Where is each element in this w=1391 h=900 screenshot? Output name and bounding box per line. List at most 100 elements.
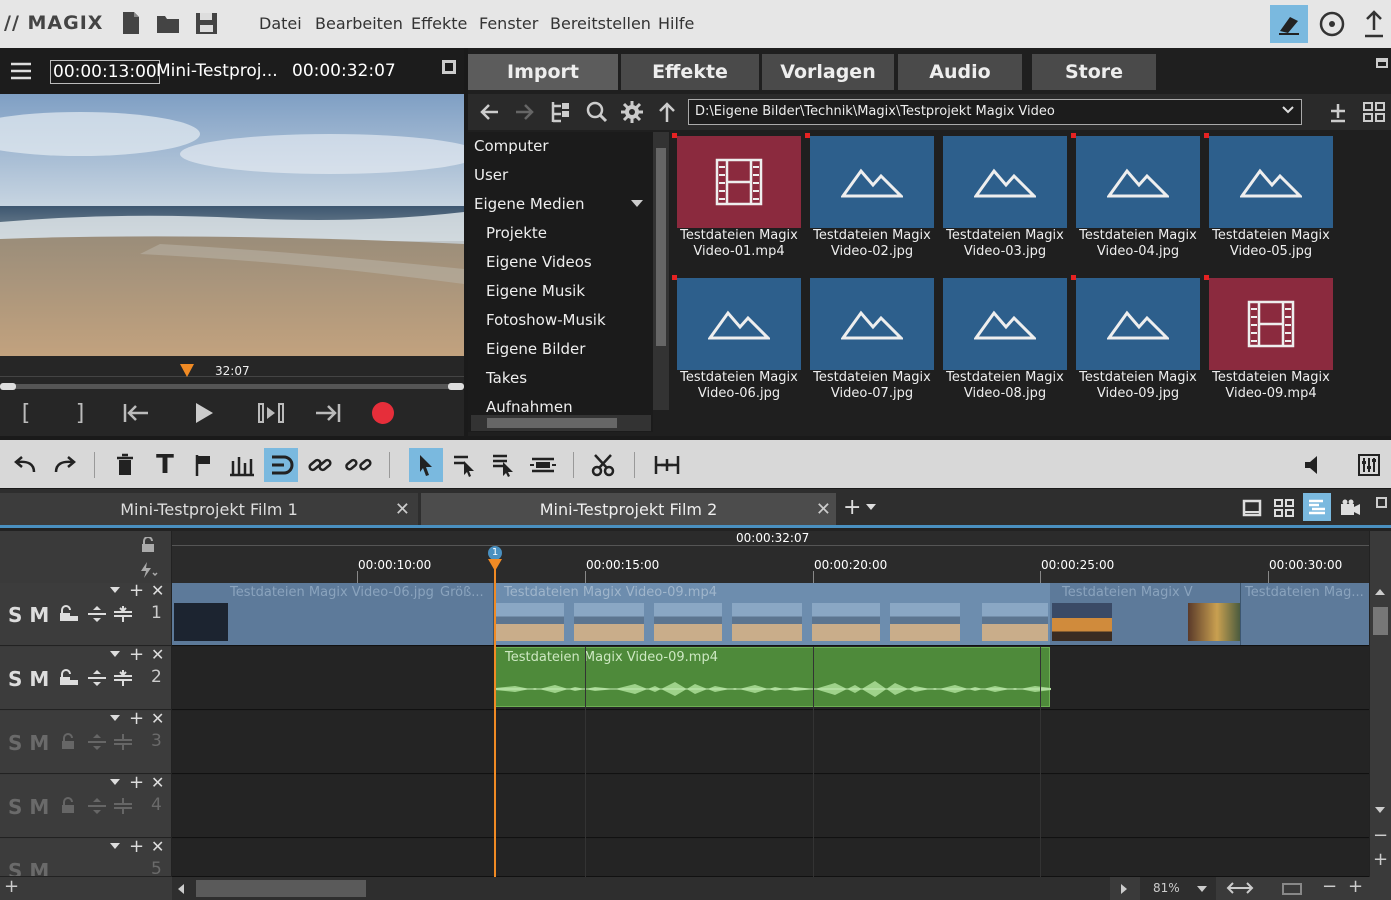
gear-icon[interactable] [620, 100, 644, 128]
close-icon[interactable]: ✕ [816, 499, 831, 520]
track-height-icon[interactable] [87, 669, 107, 691]
tab-vorlagen[interactable]: Vorlagen [762, 54, 894, 90]
tree-item-user[interactable]: User [474, 161, 508, 190]
clip-image[interactable]: Testdateien Mag... [1240, 583, 1369, 645]
solo-mute-buttons[interactable]: S M [8, 667, 49, 691]
file-tile[interactable]: Testdateien Magix Video-04.jpg [1076, 136, 1200, 260]
maximize-pool-icon[interactable] [1376, 58, 1388, 68]
storyboard-view-icon[interactable] [1274, 499, 1294, 521]
expand-arrow-icon[interactable] [631, 200, 643, 207]
go-to-start-button[interactable] [117, 396, 157, 430]
speaker-icon[interactable] [1298, 448, 1332, 482]
lock-icon[interactable] [140, 536, 156, 557]
chevron-down-icon[interactable] [110, 779, 120, 785]
track-lane-3[interactable] [172, 711, 1369, 774]
clip-image[interactable]: Testdateien Magix Video-06.jpg Größ... [172, 583, 494, 645]
go-to-end-button[interactable] [307, 396, 347, 430]
tab-audio[interactable]: Audio [898, 54, 1022, 90]
file-tile[interactable]: Testdateien Magix Video-05.jpg [1209, 136, 1333, 260]
assistant-icon[interactable] [1270, 5, 1308, 43]
tree-item-fotoshow-musik[interactable]: Fotoshow-Musik [486, 306, 606, 335]
zoom-select[interactable]: 81% [1140, 877, 1216, 900]
tree-item-eigene-bilder[interactable]: Eigene Bilder [486, 335, 585, 364]
open-folder-icon[interactable] [156, 10, 179, 36]
tab-effekte[interactable]: Effekte [621, 54, 759, 90]
file-tile[interactable]: Testdateien Magix Video-07.jpg [810, 278, 934, 402]
folder-up-icon[interactable] [657, 100, 677, 128]
add-track-icon[interactable]: + [129, 644, 144, 665]
add-track-icon[interactable]: + [129, 839, 144, 857]
delete-icon[interactable] [108, 448, 142, 482]
file-tile[interactable]: Testdateien Magix Video-06.jpg [677, 278, 801, 402]
track-lane-5[interactable] [172, 839, 1369, 877]
menu-effekte[interactable]: Effekte [411, 14, 467, 33]
marker-flag-icon[interactable] [186, 448, 220, 482]
scroll-right-icon[interactable] [1121, 884, 1127, 894]
audio-levels-icon[interactable] [225, 448, 259, 482]
scroll-down-icon[interactable] [1375, 807, 1385, 813]
tab-store[interactable]: Store [1032, 54, 1156, 90]
menu-bereitstellen[interactable]: Bereitstellen [550, 14, 651, 33]
zoom-in-tracks-icon[interactable]: + [1373, 849, 1388, 870]
clip-image[interactable]: Testdateien Magix V [1052, 583, 1246, 645]
track-header-3[interactable]: S M + ✕ 3 [0, 708, 171, 774]
track-split-icon[interactable] [113, 669, 133, 691]
pointer-tool-icon[interactable] [409, 448, 443, 482]
track-split-icon[interactable] [113, 605, 133, 627]
tab-project-film-2[interactable]: Mini-Testprojekt Film 2 ✕ [421, 493, 836, 525]
add-tab-icon[interactable]: + [843, 495, 861, 520]
track-header-4[interactable]: S M + ✕ 4 [0, 772, 171, 838]
camera-icon[interactable] [1340, 499, 1362, 521]
timeline-hscrollbar[interactable] [172, 877, 1110, 900]
timeline-vscrollbar[interactable]: − + [1370, 531, 1391, 877]
track-lock-icon[interactable] [58, 669, 80, 691]
current-timecode[interactable]: 00:00:13:00 [50, 60, 160, 84]
tree-hscrollbar[interactable] [471, 415, 651, 431]
add-track-icon[interactable]: + [129, 580, 144, 601]
tree-item-eigene-videos[interactable]: Eigene Videos [486, 248, 592, 277]
grid-view-icon[interactable] [1362, 100, 1386, 128]
remove-track-icon[interactable]: ✕ [151, 709, 164, 728]
redo-icon[interactable] [48, 448, 82, 482]
undo-icon[interactable] [8, 448, 42, 482]
maximize-preview-icon[interactable] [442, 60, 456, 74]
zoom-fit-icon[interactable] [1226, 880, 1254, 900]
solo-mute-buttons[interactable]: S M [8, 603, 49, 627]
remove-track-icon[interactable]: ✕ [151, 645, 164, 664]
hamburger-menu-icon[interactable] [11, 62, 31, 84]
file-tile[interactable]: Testdateien Magix Video-09.mp4 [1209, 278, 1333, 402]
snap-icon[interactable] [264, 448, 298, 482]
add-track-icon[interactable]: + [4, 876, 19, 897]
new-file-icon[interactable] [120, 10, 142, 36]
track-height-icon[interactable] [87, 605, 107, 627]
scrub-bar[interactable] [0, 383, 464, 390]
close-icon[interactable]: ✕ [395, 499, 410, 520]
maximize-timeline-icon[interactable] [1376, 497, 1387, 508]
unlink-icon[interactable] [342, 448, 376, 482]
scroll-left-icon[interactable] [178, 884, 184, 894]
add-track-icon[interactable]: + [129, 708, 144, 729]
playhead-line[interactable] [494, 569, 496, 877]
track-lock-icon[interactable] [58, 605, 80, 627]
track-header-1[interactable]: S M + ✕ 1 [0, 580, 171, 646]
insert-mode-icon[interactable] [650, 448, 684, 482]
chevron-down-icon[interactable] [1281, 103, 1295, 121]
select-all-tracks-tool-icon[interactable] [487, 448, 521, 482]
track-split-icon[interactable] [113, 733, 133, 755]
tab-project-film-1[interactable]: Mini-Testprojekt Film 1 ✕ [0, 493, 418, 525]
track-header-2[interactable]: S M + ✕ 2 [0, 644, 171, 710]
track-lane-1[interactable]: Testdateien Magix Video-06.jpg Größ... T… [172, 583, 1369, 646]
remove-track-icon[interactable]: ✕ [151, 581, 164, 600]
save-icon[interactable] [195, 10, 217, 36]
play-button[interactable] [184, 396, 224, 430]
solo-mute-buttons[interactable]: S M [8, 859, 49, 876]
menu-hilfe[interactable]: Hilfe [658, 14, 694, 33]
track-split-icon[interactable] [113, 797, 133, 819]
disc-icon[interactable] [1313, 5, 1351, 43]
chevron-down-icon[interactable] [866, 504, 876, 510]
tree-vscrollbar[interactable] [653, 132, 669, 410]
chevron-down-icon[interactable] [110, 715, 120, 721]
clip-audio[interactable]: Testdateien Magix Video-09.mp4 [494, 647, 1051, 707]
chevron-down-icon[interactable] [1197, 886, 1207, 892]
title-text-icon[interactable]: T [148, 448, 182, 482]
